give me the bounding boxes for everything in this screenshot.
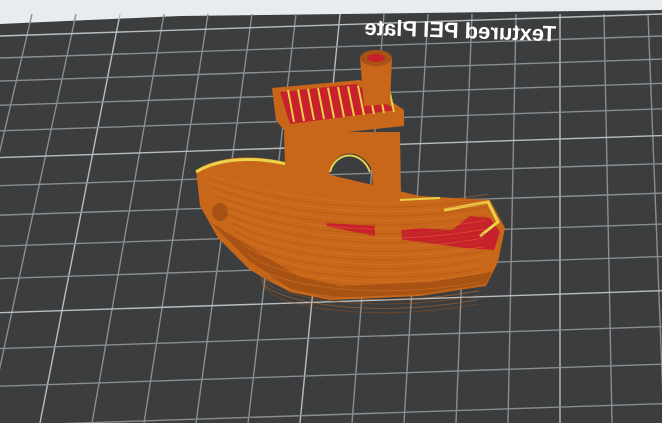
3d-viewport[interactable]: Textured PEI Plate	[0, 0, 662, 423]
scene-canvas[interactable]: Textured PEI Plate	[0, 0, 662, 423]
hawse-hole	[212, 203, 228, 221]
chimney-hole	[367, 54, 385, 62]
